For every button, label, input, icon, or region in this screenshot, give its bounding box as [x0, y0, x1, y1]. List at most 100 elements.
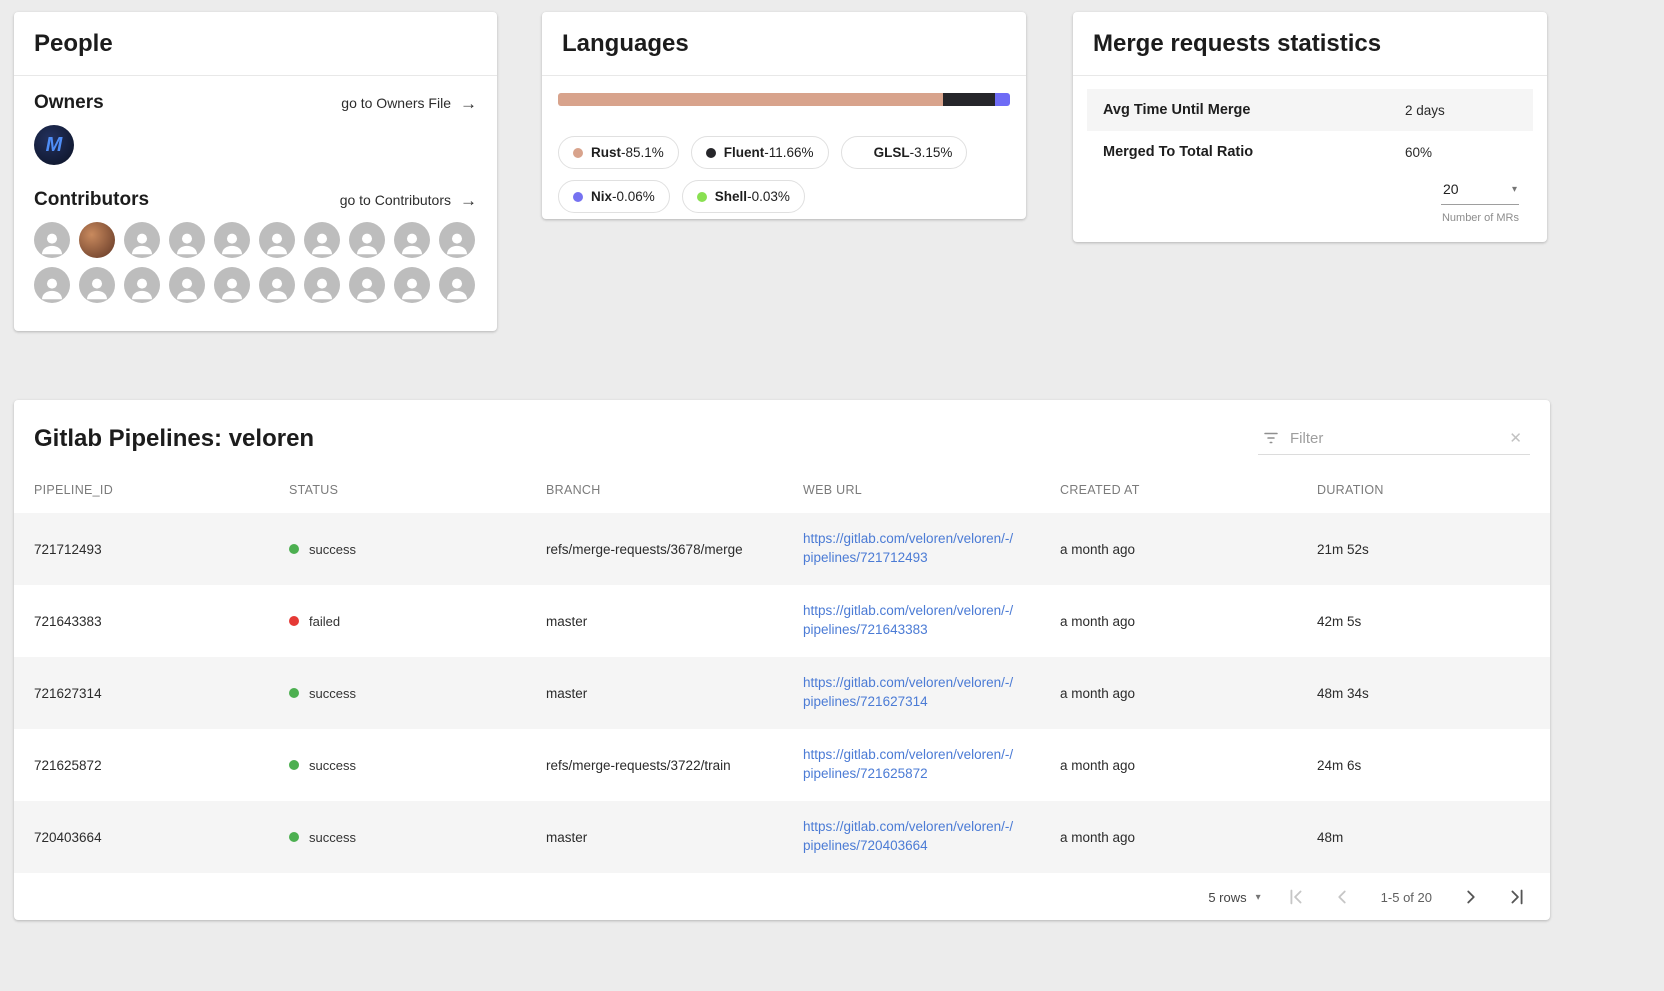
language-chip-rust[interactable]: Rust - 85.1%: [558, 136, 679, 169]
mr-count-select[interactable]: 20 ▾: [1441, 177, 1519, 205]
pipeline-id-cell: 721712493: [34, 541, 102, 557]
branch-cell: master: [546, 685, 588, 701]
pipeline-link[interactable]: https://gitlab.com/veloren/veloren/-/pip…: [803, 746, 1020, 784]
arrow-right-icon: →: [460, 190, 477, 210]
filter-field[interactable]: ✕: [1258, 422, 1530, 455]
contributor-avatar[interactable]: [349, 222, 385, 258]
next-page-button[interactable]: [1460, 886, 1482, 908]
go-to-contributors-label: go to Contributors: [339, 192, 451, 208]
status-label: success: [309, 757, 356, 773]
branch-cell: refs/merge-requests/3722/train: [546, 757, 731, 773]
contributor-avatar[interactable]: [214, 222, 250, 258]
person-icon: [402, 278, 422, 300]
pipeline-link[interactable]: https://gitlab.com/veloren/veloren/-/pip…: [803, 530, 1020, 568]
contributor-avatar[interactable]: [394, 222, 430, 258]
go-to-owners-link[interactable]: go to Owners File →: [341, 95, 477, 112]
filter-input[interactable]: [1290, 429, 1506, 447]
status-label: success: [309, 541, 356, 557]
person-icon: [357, 278, 377, 300]
clear-filter-icon[interactable]: ✕: [1505, 429, 1526, 447]
contributors-section-header: Contributors go to Contributors →: [14, 165, 497, 211]
status-label: success: [309, 685, 356, 701]
language-chip-shell[interactable]: Shell - 0.03%: [681, 180, 805, 213]
status-dot: [289, 544, 299, 554]
pipeline-link[interactable]: https://gitlab.com/veloren/veloren/-/pip…: [803, 818, 1020, 856]
column-header-web-url[interactable]: WEB URL: [783, 475, 1040, 513]
pipeline-id-cell: 720403664: [34, 829, 102, 845]
stat-value: 60%: [1405, 144, 1433, 160]
pipelines-title: Gitlab Pipelines: veloren: [34, 424, 315, 452]
person-icon: [357, 233, 377, 255]
contributor-avatar[interactable]: [439, 267, 475, 303]
pipeline-row: 721643383 failed master https://gitlab.c…: [14, 585, 1550, 657]
language-name: Nix: [591, 189, 613, 204]
contributor-avatar[interactable]: [169, 267, 205, 303]
contributor-avatar[interactable]: [394, 267, 430, 303]
column-header-pipeline-id[interactable]: PIPELINE_ID: [14, 475, 269, 513]
previous-page-button[interactable]: [1331, 886, 1353, 908]
language-bar-segment-glsl: [995, 93, 1010, 106]
caret-down-icon: ▾: [1255, 891, 1261, 903]
contributors-avatar-list: [14, 211, 497, 303]
last-page-button[interactable]: [1506, 886, 1528, 908]
pipeline-link[interactable]: https://gitlab.com/veloren/veloren/-/pip…: [803, 602, 1020, 640]
column-header-branch[interactable]: BRANCH: [526, 475, 783, 513]
chevron-left-icon: [1338, 890, 1346, 904]
chevron-right-icon: [1467, 890, 1475, 904]
people-card-title: People: [34, 30, 113, 57]
mr-count-block: 20 ▾ Number of MRs: [1087, 173, 1533, 224]
contributor-avatar[interactable]: [169, 222, 205, 258]
language-chip-glsl[interactable]: GLSL - 3.15%: [840, 136, 968, 169]
contributor-avatar[interactable]: [124, 267, 160, 303]
language-color-dot: [696, 191, 707, 202]
person-icon: [222, 278, 242, 300]
contributor-avatar[interactable]: [259, 267, 295, 303]
contributor-avatar[interactable]: [304, 222, 340, 258]
status-cell: success: [269, 729, 526, 801]
contributors-title: Contributors: [34, 189, 150, 210]
owners-avatar-list: M: [14, 114, 497, 165]
language-bar-segment-rust: [558, 93, 943, 106]
contributor-avatar[interactable]: [304, 267, 340, 303]
language-chip-fluent[interactable]: Fluent - 11.66%: [690, 136, 829, 169]
contributor-avatar[interactable]: [124, 222, 160, 258]
mr-count-value: 20: [1443, 181, 1459, 197]
language-color-dot: [573, 191, 583, 202]
owners-section-header: Owners go to Owners File →: [14, 76, 497, 114]
languages-card-header: Languages: [542, 12, 1026, 76]
created-at-cell: a month ago: [1060, 829, 1136, 845]
page-range-label: 1-5 of 20: [1380, 889, 1432, 905]
languages-card-title: Languages: [562, 30, 689, 57]
contributor-avatar[interactable]: [349, 267, 385, 303]
contributor-avatar[interactable]: [214, 267, 250, 303]
languages-card: Languages Rust - 85.1% Fluent - 11.66% G…: [542, 12, 1026, 219]
column-header-duration[interactable]: DURATION: [1297, 475, 1550, 513]
person-icon: [222, 233, 242, 255]
web-url-cell: https://gitlab.com/veloren/veloren/-/pip…: [783, 729, 1040, 801]
column-header-status[interactable]: STATUS: [269, 475, 526, 513]
mr-count-caption: Number of MRs: [1441, 212, 1519, 224]
stat-row-merged-ratio: Merged To Total Ratio 60%: [1087, 131, 1533, 173]
column-header-created-at[interactable]: CREATED AT: [1040, 475, 1297, 513]
owner-avatar[interactable]: M: [34, 125, 74, 165]
web-url-cell: https://gitlab.com/veloren/veloren/-/pip…: [783, 657, 1040, 729]
person-icon: [267, 233, 287, 255]
status-label: failed: [309, 613, 341, 629]
pipeline-row: 720403664 success master https://gitlab.…: [14, 801, 1550, 873]
person-icon: [447, 278, 467, 300]
contributor-avatar[interactable]: [259, 222, 295, 258]
pipeline-link[interactable]: https://gitlab.com/veloren/veloren/-/pip…: [803, 674, 1020, 712]
created-at-cell: a month ago: [1060, 757, 1136, 773]
contributor-avatar[interactable]: [34, 222, 70, 258]
status-cell: success: [269, 801, 526, 873]
first-page-button[interactable]: [1285, 886, 1307, 908]
contributor-avatar[interactable]: [79, 267, 115, 303]
contributor-avatar[interactable]: [439, 222, 475, 258]
language-chip-nix[interactable]: Nix - 0.06%: [558, 180, 670, 213]
go-to-contributors-link[interactable]: go to Contributors →: [340, 192, 477, 209]
contributor-avatar[interactable]: [79, 222, 115, 258]
rows-per-page-select[interactable]: 5 rows ▾: [1208, 890, 1260, 905]
contributor-avatar[interactable]: [34, 267, 70, 303]
pipeline-row: 721627314 success master https://gitlab.…: [14, 657, 1550, 729]
pipelines-card: Gitlab Pipelines: veloren ✕ PIPELINE_ID …: [14, 400, 1550, 920]
